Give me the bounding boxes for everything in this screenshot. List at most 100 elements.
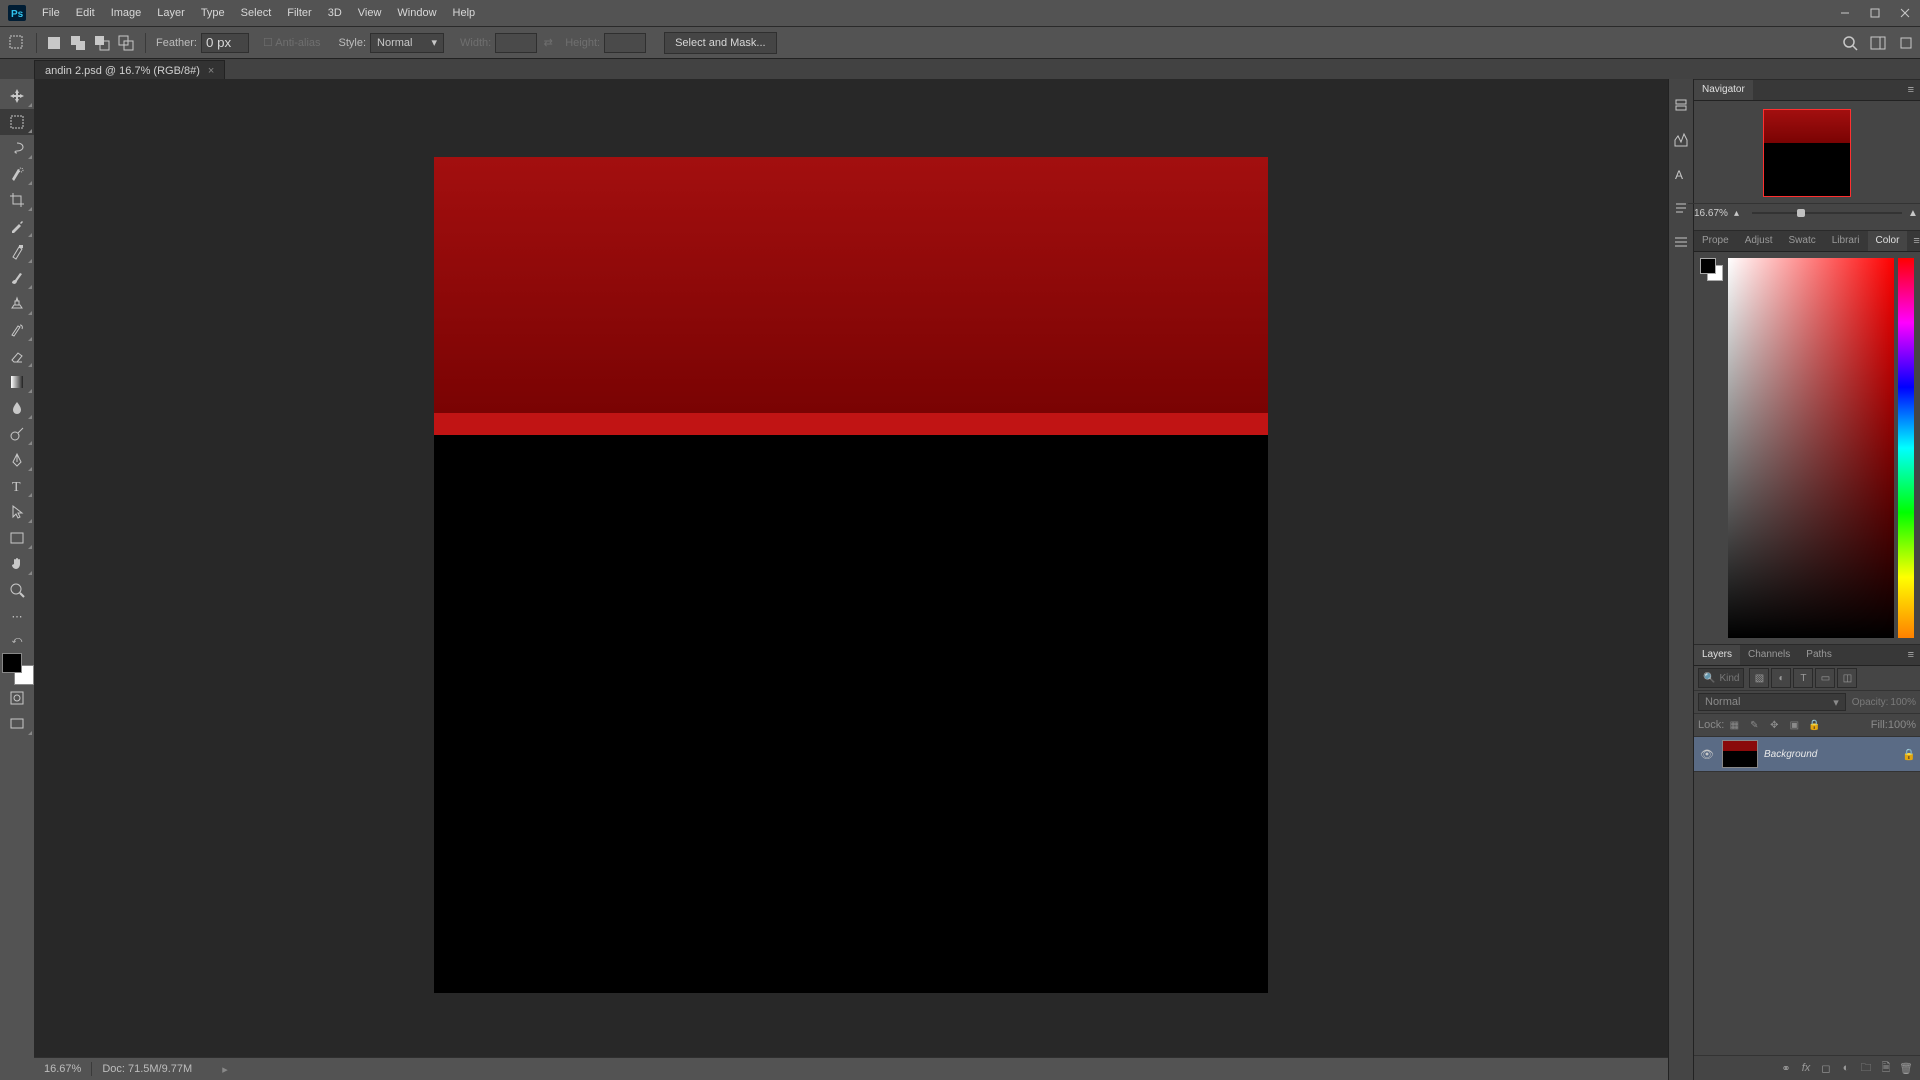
quickmask-icon[interactable] — [0, 685, 34, 711]
brush-tool[interactable] — [0, 265, 34, 291]
layer-locked-icon[interactable]: 🔒 — [1902, 748, 1916, 761]
filter-shape-icon[interactable]: ▭ — [1815, 668, 1835, 688]
delete-layer-icon[interactable]: 🗑 — [1896, 1062, 1916, 1075]
tool-preset-icon[interactable] — [6, 32, 28, 54]
layer-row-background[interactable]: 👁 Background 🔒 — [1694, 737, 1920, 772]
tab-swatches[interactable]: Swatc — [1780, 231, 1823, 251]
foreground-color[interactable] — [2, 653, 22, 673]
menu-edit[interactable]: Edit — [68, 0, 103, 26]
search-icon[interactable] — [1836, 29, 1864, 57]
add-selection-icon[interactable] — [67, 32, 89, 54]
history-brush-tool[interactable] — [0, 317, 34, 343]
zoom-tool[interactable] — [0, 577, 34, 603]
lock-artboard-icon[interactable]: ▣ — [1786, 717, 1802, 733]
maximize-button[interactable] — [1860, 0, 1890, 26]
crop-tool[interactable] — [0, 187, 34, 213]
saturation-brightness-picker[interactable] — [1728, 258, 1894, 638]
document-tab[interactable]: andin 2.psd @ 16.7% (RGB/8#) × — [34, 60, 225, 81]
lasso-tool[interactable] — [0, 135, 34, 161]
close-tab-icon[interactable]: × — [208, 65, 214, 77]
layer-name[interactable]: Background — [1764, 749, 1817, 760]
tab-paths[interactable]: Paths — [1798, 645, 1840, 665]
feather-input[interactable] — [201, 33, 249, 53]
document-canvas[interactable] — [434, 157, 1268, 993]
quick-selection-tool[interactable] — [0, 161, 34, 187]
layers-menu-icon[interactable]: ≡ — [1902, 649, 1920, 661]
color-swatches[interactable] — [2, 653, 34, 685]
pen-tool[interactable] — [0, 447, 34, 473]
intersect-selection-icon[interactable] — [115, 32, 137, 54]
status-menu-icon[interactable]: ▸ — [212, 1063, 238, 1076]
menu-filter[interactable]: Filter — [279, 0, 319, 26]
navigator-zoom-value[interactable]: 16.67% — [1694, 208, 1734, 219]
group-layers-icon[interactable]: 🗀 — [1856, 1059, 1876, 1078]
lock-all-icon[interactable]: 🔒 — [1806, 717, 1822, 733]
tab-channels[interactable]: Channels — [1740, 645, 1798, 665]
screenmode-icon[interactable] — [0, 711, 34, 737]
fill-value[interactable]: 100% — [1888, 719, 1916, 731]
more-tools-icon[interactable]: ⋯ — [0, 603, 34, 629]
tab-layers[interactable]: Layers — [1694, 645, 1740, 665]
filter-smart-icon[interactable]: ◫ — [1837, 668, 1857, 688]
menu-layer[interactable]: Layer — [149, 0, 193, 26]
filter-adjust-icon[interactable]: ◐ — [1771, 668, 1791, 688]
tab-navigator[interactable]: Navigator — [1694, 80, 1753, 100]
select-and-mask-button[interactable]: Select and Mask... — [664, 32, 777, 54]
navigator-menu-icon[interactable]: ≡ — [1902, 84, 1920, 96]
menu-view[interactable]: View — [350, 0, 390, 26]
lock-transparency-icon[interactable]: ▦ — [1726, 717, 1742, 733]
hand-tool[interactable] — [0, 551, 34, 577]
move-tool[interactable] — [0, 83, 34, 109]
eraser-tool[interactable] — [0, 343, 34, 369]
tab-libraries[interactable]: Librari — [1824, 231, 1868, 251]
menu-window[interactable]: Window — [389, 0, 444, 26]
filter-pixel-icon[interactable]: ▧ — [1749, 668, 1769, 688]
new-layer-icon[interactable]: 🗎 — [1876, 1059, 1896, 1078]
layer-fx-icon[interactable]: fx — [1796, 1062, 1816, 1074]
hue-slider[interactable] — [1898, 258, 1914, 638]
healing-brush-tool[interactable] — [0, 239, 34, 265]
blend-mode-select[interactable]: Normal▾ — [1698, 693, 1846, 711]
share-icon[interactable] — [1892, 29, 1920, 57]
color-mini-swatches[interactable] — [1700, 258, 1716, 274]
history-panel-icon[interactable] — [1669, 89, 1693, 123]
blur-tool[interactable] — [0, 395, 34, 421]
link-layers-icon[interactable]: ⚭ — [1776, 1062, 1796, 1075]
layer-mask-icon[interactable]: ◻ — [1816, 1062, 1836, 1075]
menu-3d[interactable]: 3D — [320, 0, 350, 26]
canvas-workspace[interactable] — [34, 79, 1670, 1058]
adjustment-layer-icon[interactable]: ◐ — [1836, 1062, 1856, 1074]
close-button[interactable] — [1890, 0, 1920, 26]
zoom-in-icon[interactable]: ▲ — [1908, 208, 1920, 218]
dodge-tool[interactable] — [0, 421, 34, 447]
color-menu-icon[interactable]: ≡ — [1907, 235, 1920, 247]
tab-adjustments[interactable]: Adjust — [1737, 231, 1781, 251]
style-select[interactable]: Normal▾ — [370, 33, 444, 53]
swap-colors-icon[interactable]: ⤺ — [0, 633, 34, 647]
actions-panel-icon[interactable] — [1669, 225, 1693, 259]
layer-thumbnail[interactable] — [1722, 740, 1758, 768]
eyedropper-tool[interactable] — [0, 213, 34, 239]
filter-type-icon[interactable]: T — [1793, 668, 1813, 688]
workspace-switcher-icon[interactable] — [1864, 29, 1892, 57]
type-tool[interactable]: T — [0, 473, 34, 499]
new-selection-icon[interactable] — [43, 32, 65, 54]
tab-properties[interactable]: Prope — [1694, 231, 1737, 251]
lock-position-icon[interactable]: ✥ — [1766, 717, 1782, 733]
layers-kind-filter[interactable]: 🔍Kind — [1698, 668, 1744, 688]
gradient-tool[interactable] — [0, 369, 34, 395]
character-panel-icon[interactable]: A — [1669, 157, 1693, 191]
opacity-value[interactable]: 100% — [1890, 697, 1916, 708]
menu-image[interactable]: Image — [103, 0, 150, 26]
clone-stamp-tool[interactable] — [0, 291, 34, 317]
menu-help[interactable]: Help — [445, 0, 484, 26]
histogram-panel-icon[interactable] — [1669, 123, 1693, 157]
path-selection-tool[interactable] — [0, 499, 34, 525]
status-zoom[interactable]: 16.67% — [34, 1063, 91, 1075]
rectangle-tool[interactable] — [0, 525, 34, 551]
navigator-thumbnail[interactable] — [1763, 109, 1851, 197]
menu-type[interactable]: Type — [193, 0, 233, 26]
lock-pixels-icon[interactable]: ✎ — [1746, 717, 1762, 733]
zoom-out-icon[interactable]: ▴ — [1734, 208, 1746, 218]
subtract-selection-icon[interactable] — [91, 32, 113, 54]
